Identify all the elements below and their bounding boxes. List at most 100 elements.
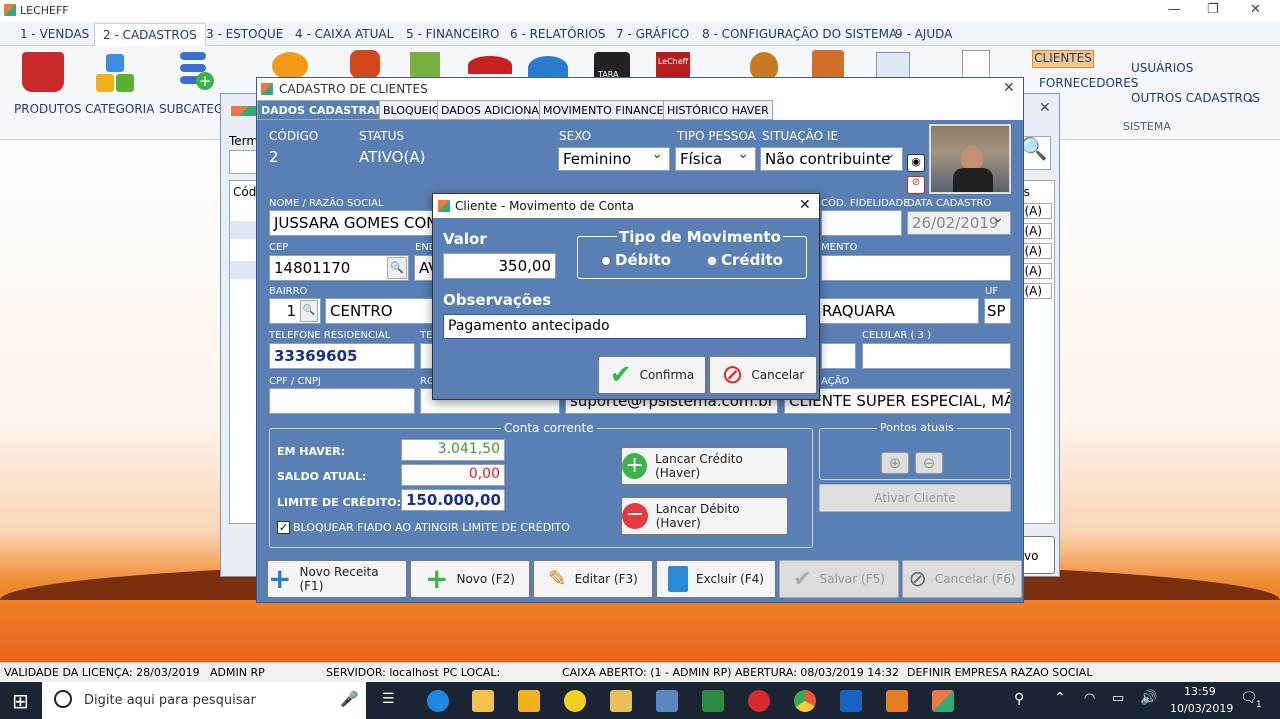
tipo-pessoa-select[interactable]: Física bbox=[675, 146, 756, 171]
ribbon-categoria[interactable]: CATEGORIA bbox=[85, 102, 154, 116]
battery-icon[interactable]: ▭ bbox=[1112, 691, 1124, 706]
wifi-icon[interactable]: ◠ bbox=[1084, 691, 1095, 706]
menu-cadastros[interactable]: 2 - CADASTROS bbox=[94, 23, 206, 46]
chrome-icon[interactable] bbox=[794, 690, 816, 712]
outlook-icon[interactable] bbox=[840, 690, 862, 712]
fidelidade-input[interactable] bbox=[821, 210, 902, 236]
grid-icon[interactable] bbox=[876, 52, 910, 80]
bloquear-checkbox[interactable]: ✓ bbox=[277, 521, 290, 534]
search-icon[interactable]: 🔍 bbox=[387, 257, 407, 279]
menu-configuracao[interactable]: 8 - CONFIGURAÇÃO DO SISTEMA bbox=[702, 27, 897, 41]
lecheff-icon[interactable]: LeCheff bbox=[656, 52, 690, 78]
app-icon[interactable] bbox=[564, 690, 586, 712]
webcam-icon[interactable]: ◉ bbox=[907, 154, 925, 172]
observacoes-label: Observações bbox=[443, 291, 552, 309]
menu-vendas[interactable]: 1 - VENDAS bbox=[20, 27, 89, 41]
cpf-input[interactable] bbox=[269, 388, 415, 414]
lancar-credito-button[interactable]: + Lancar Crédito (Haver) bbox=[621, 447, 788, 485]
chrome-alt-icon[interactable] bbox=[518, 690, 540, 712]
search-icon[interactable]: 🔍 bbox=[300, 300, 318, 322]
tab-historico-haver[interactable]: HISTÓRICO HAVER bbox=[663, 100, 773, 120]
taskbar-search[interactable]: Digite aqui para pesquisar 🎤 bbox=[42, 682, 366, 719]
situacao-ie-select[interactable]: Não contribuinte bbox=[760, 146, 903, 171]
tab-bloqueio[interactable]: BLOQUEIO bbox=[379, 100, 445, 120]
valor-input[interactable]: 350,00 bbox=[443, 253, 556, 279]
ribbon-clientes[interactable]: CLIENTES bbox=[1032, 50, 1094, 68]
chevron-down-icon[interactable]: ⌄ bbox=[1246, 91, 1256, 105]
observacoes-input[interactable]: Pagamento antecipado bbox=[443, 314, 807, 339]
telefone-input[interactable]: 33369605 bbox=[269, 343, 415, 369]
minimize-icon[interactable]: — bbox=[1168, 2, 1181, 17]
celular2-input[interactable] bbox=[821, 343, 856, 369]
excluir-button[interactable]: Excluir (F4) bbox=[656, 560, 776, 598]
stock-icon[interactable] bbox=[410, 52, 440, 80]
salvar-button[interactable]: ✔ Salvar (F5) bbox=[779, 560, 899, 598]
people-icon[interactable]: ⚲ bbox=[1014, 691, 1024, 707]
clock-date[interactable]: 10/03/2019 bbox=[1170, 702, 1233, 715]
delete-photo-icon[interactable]: ⊘ bbox=[907, 176, 925, 194]
umbrella-icon[interactable] bbox=[468, 56, 512, 74]
close-icon[interactable]: ✕ bbox=[1003, 80, 1015, 96]
ribbon-fornecedores[interactable]: FORNECEDORES bbox=[1039, 76, 1138, 90]
limite-credito-input[interactable]: 150.000,00 bbox=[401, 489, 505, 511]
ribbon-usuarios[interactable]: USUÁRIOS bbox=[1131, 61, 1193, 75]
postgres-icon[interactable] bbox=[656, 690, 678, 712]
credito-radio[interactable]: Crédito bbox=[707, 251, 783, 269]
task-view-icon[interactable]: ☰ bbox=[382, 691, 395, 707]
sexo-select[interactable]: Feminino bbox=[558, 146, 670, 171]
close-icon[interactable]: ✕ bbox=[799, 197, 811, 213]
confirma-button[interactable]: ✔ Confirma bbox=[598, 356, 706, 394]
chef-icon[interactable] bbox=[272, 52, 308, 80]
novo-button[interactable]: vo bbox=[1021, 536, 1055, 574]
remove-points-icon[interactable]: ⊖ bbox=[915, 452, 943, 474]
ativar-cliente-button[interactable]: Ativar Cliente bbox=[819, 484, 1011, 512]
lancar-debito-button[interactable]: − Lancar Débito (Haver) bbox=[621, 497, 788, 535]
bairro-input[interactable]: CENTRO bbox=[325, 298, 435, 324]
cancelar-button[interactable]: ⊘ Cancelar (F6) bbox=[902, 560, 1022, 598]
menu-ajuda[interactable]: 9 - AJUDA bbox=[895, 27, 952, 41]
novo-receita-button[interactable]: + Novo Receita (F1) bbox=[267, 560, 407, 598]
dx-icon[interactable] bbox=[748, 690, 770, 712]
category-icon[interactable] bbox=[96, 54, 134, 92]
lecheff-task-icon[interactable] bbox=[932, 690, 954, 712]
chevron-up-icon[interactable]: ⌃ bbox=[1054, 690, 1066, 706]
novo-button[interactable]: + Novo (F2) bbox=[410, 560, 530, 598]
menu-grafico[interactable]: 7 - GRÁFICO bbox=[616, 27, 689, 41]
windows-start-icon[interactable]: ⊞ bbox=[12, 689, 29, 713]
basket-icon[interactable] bbox=[22, 52, 64, 92]
search-term-input[interactable] bbox=[229, 150, 259, 174]
menu-relatorios[interactable]: 6 - RELATÓRIOS bbox=[510, 27, 605, 41]
food-icon[interactable] bbox=[350, 50, 380, 78]
nome-input[interactable]: JUSSARA GOMES CONC bbox=[269, 210, 439, 236]
folder-icon[interactable] bbox=[472, 690, 494, 712]
app2-icon[interactable] bbox=[886, 690, 908, 712]
dialog-cancelar-button[interactable]: ⊘ Cancelar bbox=[709, 356, 817, 394]
notepad-icon[interactable] bbox=[610, 690, 632, 712]
add-points-icon[interactable]: ⊕ bbox=[881, 452, 909, 474]
microphone-icon[interactable]: 🎤 bbox=[340, 690, 359, 708]
uf-input[interactable]: SP bbox=[984, 298, 1011, 324]
complemento-input[interactable] bbox=[821, 255, 1011, 281]
debito-radio[interactable]: Débito bbox=[601, 251, 671, 269]
menu-financeiro[interactable]: 5 - FINANCEIRO bbox=[406, 27, 499, 41]
money-bag-icon[interactable] bbox=[750, 52, 778, 80]
winrar-icon[interactable] bbox=[702, 690, 724, 712]
restore-icon[interactable]: ❐ bbox=[1207, 2, 1219, 17]
close-icon[interactable]: ✕ bbox=[1039, 100, 1051, 116]
celular3-input[interactable] bbox=[862, 343, 1011, 369]
document-icon[interactable] bbox=[962, 50, 990, 80]
endereco-input[interactable]: AV bbox=[414, 255, 434, 281]
subcategory-icon[interactable]: + bbox=[180, 52, 214, 90]
teamviewer-icon[interactable] bbox=[427, 690, 449, 712]
menu-estoque[interactable]: 3 - ESTOQUE bbox=[206, 27, 283, 41]
tab-dados-adicionais[interactable]: DADOS ADICIONAIS bbox=[437, 100, 554, 120]
ribbon-produtos[interactable]: PRODUTOS bbox=[14, 102, 81, 116]
editar-button[interactable]: ✎ Editar (F3) bbox=[533, 560, 653, 598]
tab-dados-cadastrais[interactable]: DADOS CADASTRAIS bbox=[257, 100, 392, 120]
menu-caixa[interactable]: 4 - CAIXA ATUAL bbox=[295, 27, 393, 41]
clock-time[interactable]: 13:59 bbox=[1184, 685, 1216, 698]
close-icon[interactable]: ✕ bbox=[1250, 2, 1261, 17]
ribbon-outros-cadastros[interactable]: OUTROS CADASTROS bbox=[1131, 91, 1260, 105]
cidade-input[interactable]: RAQUARA bbox=[817, 298, 979, 324]
volume-icon[interactable]: 🔊 bbox=[1140, 690, 1157, 706]
